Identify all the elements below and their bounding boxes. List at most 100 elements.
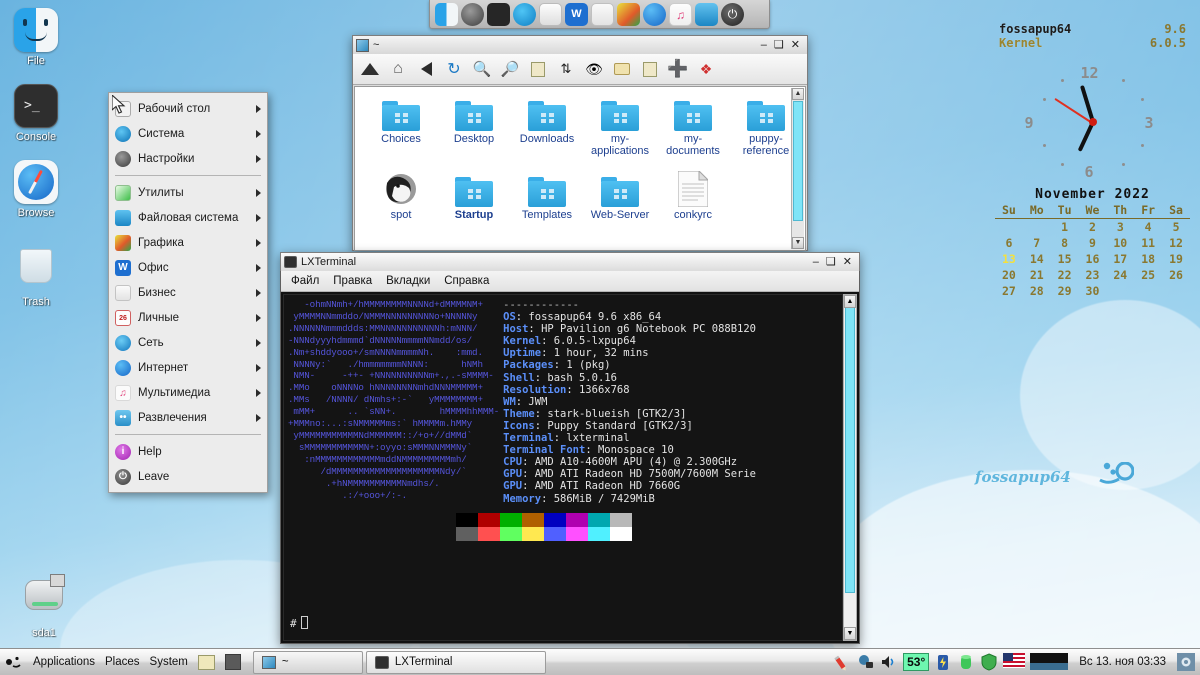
new-folder-icon[interactable] — [610, 57, 634, 81]
terminal-vertical-scrollbar[interactable]: ▲ ▼ — [843, 294, 857, 641]
menu-item-multimedia[interactable]: ♫ Мультимедиа — [109, 380, 267, 405]
file-item[interactable]: Choices — [365, 91, 437, 145]
desktop-icon-sda1[interactable]: sda1 — [8, 574, 80, 639]
add-icon[interactable]: ➕ — [666, 57, 690, 81]
file-item[interactable]: Startup — [438, 167, 510, 221]
rox-scroll-thumb[interactable] — [793, 101, 803, 221]
taskbar-menu-system[interactable]: System — [150, 656, 188, 668]
menu-item-personal[interactable]: 26 Личные — [109, 305, 267, 330]
top-dock[interactable]: W ♫ ⏻ — [429, 0, 770, 29]
rox-minimize-button[interactable]: – — [761, 39, 767, 51]
taskbar-task-rox[interactable]: ~ — [252, 650, 363, 674]
menu-item-help[interactable]: i Help — [109, 439, 267, 464]
taskbar-menu-applications[interactable]: Applications — [33, 656, 95, 668]
desktop-icon-console[interactable]: >_ Console — [0, 84, 72, 143]
menu-item-office[interactable]: W Офис — [109, 255, 267, 280]
dock-tools-icon[interactable] — [591, 2, 614, 26]
dock-power-icon[interactable]: ⏻ — [721, 2, 744, 26]
terminal-scroll-thumb[interactable] — [845, 295, 855, 593]
dock-files-icon[interactable] — [695, 2, 718, 26]
dock-display-icon[interactable] — [513, 2, 536, 26]
pencil-icon[interactable] — [831, 649, 856, 674]
dock-music-icon[interactable]: ♫ — [669, 2, 692, 26]
puppy-menu-icon[interactable] — [6, 655, 23, 669]
volume-icon[interactable] — [880, 653, 898, 671]
terminal-scroll-down-arrow[interactable]: ▼ — [844, 627, 856, 640]
rox-maximize-button[interactable]: ❑ — [774, 39, 784, 51]
file-item[interactable]: conkyrc — [657, 167, 729, 221]
zoom-fit-icon[interactable]: 🔎 — [498, 57, 522, 81]
dock-graphics-icon[interactable] — [617, 2, 640, 26]
desktop-switcher-icon[interactable] — [1030, 653, 1069, 671]
file-item[interactable]: spot — [365, 167, 437, 221]
lxterminal-close-button[interactable]: ✕ — [843, 256, 852, 268]
rox-vertical-scrollbar[interactable]: ▲ ▼ — [791, 88, 804, 249]
keyboard-flag-us-icon[interactable] — [1003, 653, 1026, 671]
terminal-prompt[interactable]: # — [290, 615, 308, 630]
menu-item-network[interactable]: Сеть — [109, 330, 267, 355]
network-icon[interactable] — [857, 653, 875, 671]
menu-item-games[interactable]: •• Развлечения — [109, 405, 267, 430]
desktop-icon-file[interactable]: File — [0, 8, 72, 67]
menu-item-filesystem[interactable]: Файловая система — [109, 205, 267, 230]
dock-notes-icon[interactable] — [539, 2, 562, 26]
terminal-output[interactable]: -ohmNNmh+/hMMMMMMMMNNNNd+dMMMMNM+ yMMMMN… — [283, 294, 843, 641]
menu-item-settings[interactable]: Настройки — [109, 146, 267, 171]
file-item[interactable]: my-documents — [657, 91, 729, 157]
menu-item-desktop[interactable]: Рабочий стол — [109, 96, 267, 121]
list-icon[interactable] — [638, 57, 662, 81]
menu-item-system[interactable]: Система — [109, 121, 267, 146]
system-tray[interactable]: 53° Вс 13. ноя 03:33 — [834, 653, 1200, 671]
lxterminal-titlebar[interactable]: LXTerminal – ❑ ✕ — [280, 252, 860, 271]
file-item[interactable]: Downloads — [511, 91, 583, 145]
back-icon[interactable] — [414, 57, 438, 81]
up-icon[interactable] — [358, 57, 382, 81]
hidden-icon[interactable]: 👁 — [582, 57, 606, 81]
save-session-icon[interactable] — [224, 654, 241, 670]
gear-icon[interactable] — [1177, 653, 1195, 671]
taskbar-menus[interactable]: Applications Places System — [0, 654, 241, 670]
details-icon[interactable] — [526, 57, 550, 81]
terminal-scroll-up-arrow[interactable]: ▲ — [844, 295, 856, 308]
file-item[interactable]: Web-Server — [584, 167, 656, 221]
battery-icon[interactable] — [934, 653, 952, 671]
dock-terminal-icon[interactable] — [487, 2, 510, 26]
home-icon[interactable]: ⌂ — [386, 57, 410, 81]
menu-item-internet[interactable]: Интернет — [109, 355, 267, 380]
taskbar-menu-places[interactable]: Places — [105, 656, 140, 668]
rox-filer-window[interactable]: ~ – ❑ ✕ ⌂ ↻ 🔍 🔎 ⇅ 👁 ➕ ❖ conkyrc Web-Serve… — [352, 35, 808, 251]
desktop-icon-browse[interactable]: Browse — [0, 160, 72, 219]
menu-edit[interactable]: Правка — [333, 275, 372, 287]
menu-item-business[interactable]: Бизнес — [109, 280, 267, 305]
show-desktop-icon[interactable] — [197, 654, 215, 670]
menu-help[interactable]: Справка — [444, 275, 489, 287]
menu-item-power[interactable]: ⏻ Leave — [109, 464, 267, 489]
zoom-in-icon[interactable]: 🔍 — [470, 57, 494, 81]
rox-scroll-down-arrow[interactable]: ▼ — [792, 237, 804, 249]
cpu-temp-badge[interactable]: 53° — [903, 653, 930, 671]
firewall-shield-icon[interactable] — [980, 653, 998, 671]
rox-toolbar[interactable]: ⌂ ↻ 🔍 🔎 ⇅ 👁 ➕ ❖ — [353, 54, 807, 85]
menu-item-utilities[interactable]: Утилиты — [109, 180, 267, 205]
rox-scroll-up-arrow[interactable]: ▲ — [792, 88, 804, 100]
taskbar-clock[interactable]: Вс 13. ноя 03:33 — [1073, 656, 1172, 668]
taskbar-task-lxterminal[interactable]: LXTerminal — [365, 650, 546, 674]
lxterminal-maximize-button[interactable]: ❑ — [826, 256, 836, 268]
select-icon[interactable]: ❖ — [694, 57, 718, 81]
lxterminal-minimize-button[interactable]: – — [813, 256, 819, 268]
menu-tabs[interactable]: Вкладки — [386, 275, 430, 287]
menu-file[interactable]: Файл — [291, 275, 319, 287]
file-item[interactable]: Desktop — [438, 91, 510, 145]
taskbar[interactable]: Applications Places System ~ LXTerminal … — [0, 648, 1200, 675]
sort-icon[interactable]: ⇅ — [554, 57, 578, 81]
rox-titlebar[interactable]: ~ – ❑ ✕ — [352, 35, 808, 54]
applications-menu-popup[interactable]: Рабочий стол Система Настройки Утилиты Файло… — [108, 92, 268, 493]
memory-icon[interactable] — [957, 653, 975, 671]
rox-file-pane[interactable]: conkyrc Web-Server Templates Startup spot pup… — [354, 86, 806, 251]
rox-close-button[interactable]: ✕ — [791, 39, 800, 51]
lxterminal-menubar[interactable]: Файл Правка Вкладки Справка — [281, 271, 859, 292]
refresh-icon[interactable]: ↻ — [442, 57, 466, 81]
dock-compass-browser-icon[interactable] — [643, 2, 666, 26]
lxterminal-window[interactable]: LXTerminal – ❑ ✕ Файл Правка Вкладки Спр… — [280, 252, 860, 644]
menu-item-graphics[interactable]: Графика — [109, 230, 267, 255]
